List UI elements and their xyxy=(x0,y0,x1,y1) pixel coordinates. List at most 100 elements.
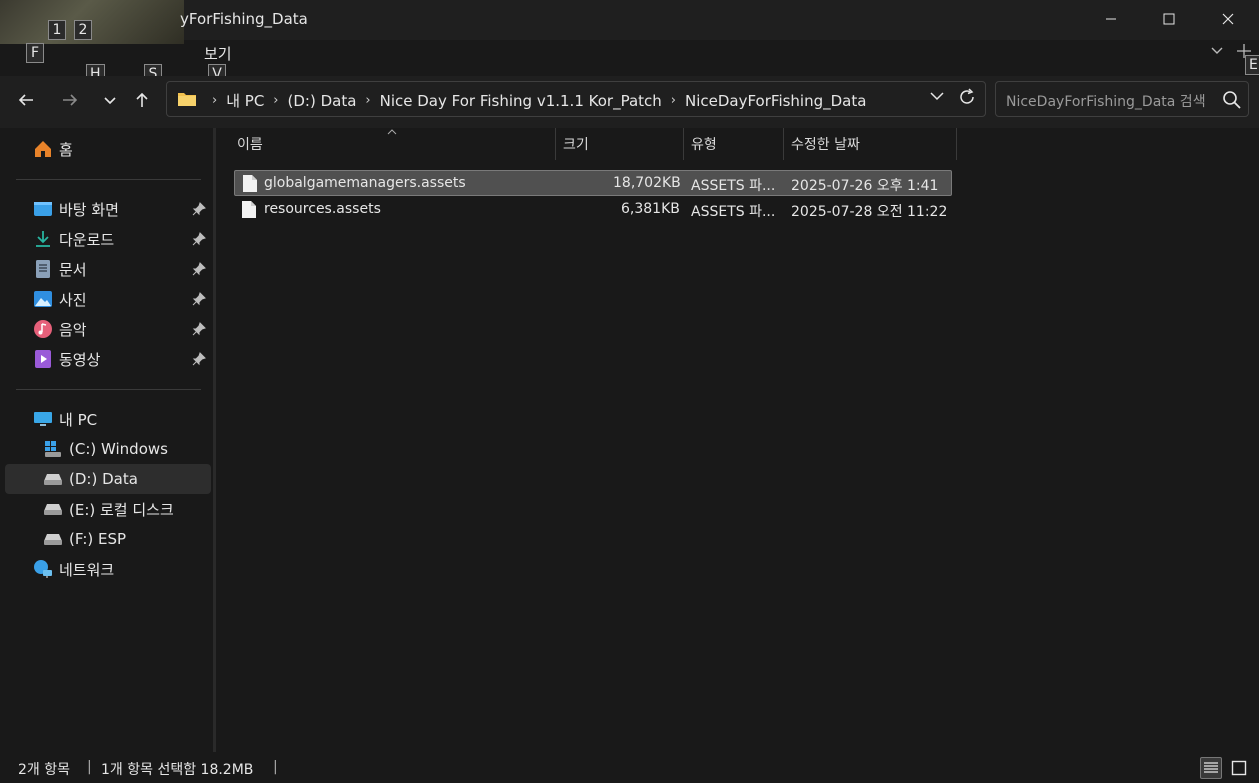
column-separator[interactable] xyxy=(956,128,957,160)
sidebar-item-home[interactable]: 홈 xyxy=(33,134,73,164)
network-icon xyxy=(33,559,53,579)
computer-icon xyxy=(33,409,53,429)
sidebar-item-downloads[interactable]: 다운로드 xyxy=(33,224,114,254)
download-icon xyxy=(33,229,53,249)
pictures-icon xyxy=(33,289,53,309)
address-dropdown-button[interactable] xyxy=(929,88,945,108)
column-separator[interactable] xyxy=(555,128,556,160)
details-view-button[interactable] xyxy=(1200,757,1222,779)
sidebar-item-this-pc[interactable]: 내 PC xyxy=(33,404,97,434)
arrow-left-icon xyxy=(18,94,33,106)
file-row[interactable]: resources.assets 6,381KB ASSETS 파... 202… xyxy=(234,197,952,223)
sidebar-item-videos[interactable]: 동영상 xyxy=(33,344,100,374)
sidebar-item-label: (D:) Data xyxy=(69,470,138,488)
chevron-right-icon[interactable]: › xyxy=(212,93,217,108)
refresh-button[interactable] xyxy=(957,87,977,111)
details-view-icon xyxy=(1204,762,1218,773)
chevron-down-icon xyxy=(104,97,116,105)
document-icon xyxy=(33,259,53,279)
sidebar-item-label: 다운로드 xyxy=(59,230,115,249)
view-menu[interactable]: 보기 xyxy=(204,43,232,64)
search-icon[interactable] xyxy=(1222,90,1242,114)
pane-splitter[interactable] xyxy=(213,128,216,752)
chevron-down-icon xyxy=(1211,47,1223,54)
window-thumbnail xyxy=(0,0,184,44)
drive-icon xyxy=(43,499,63,519)
file-name: resources.assets xyxy=(264,201,381,217)
windows-drive-icon xyxy=(43,439,63,459)
pin-icon[interactable] xyxy=(192,352,206,366)
drive-icon xyxy=(43,529,63,549)
file-type: ASSETS 파... xyxy=(691,204,776,220)
pin-icon[interactable] xyxy=(192,262,206,276)
new-tab-button[interactable] xyxy=(1236,40,1252,64)
sidebar-item-network[interactable]: 네트워크 xyxy=(33,554,114,584)
sidebar-item-label: 네트워크 xyxy=(59,560,115,579)
breadcrumb-item[interactable]: (D:) Data xyxy=(288,92,357,110)
file-size: 6,381KB xyxy=(621,201,680,217)
sidebar-item-drive-f[interactable]: (F:) ESP xyxy=(43,524,126,554)
forward-button[interactable] xyxy=(56,88,84,112)
back-button[interactable] xyxy=(12,88,40,112)
status-separator: | xyxy=(273,759,278,775)
sidebar-item-label: 문서 xyxy=(59,260,87,279)
search-input[interactable]: NiceDayForFishing_Data 검색 xyxy=(995,81,1249,117)
chevron-right-icon[interactable]: › xyxy=(273,93,278,108)
file-type: ASSETS 파... xyxy=(691,178,776,194)
sidebar-item-pictures[interactable]: 사진 xyxy=(33,284,87,314)
sidebar-item-music[interactable]: 음악 xyxy=(33,314,87,344)
pin-icon[interactable] xyxy=(192,322,206,336)
sidebar-item-label: 사진 xyxy=(59,290,87,309)
breadcrumb: › 내 PC › (D:) Data › Nice Day For Fishin… xyxy=(203,90,866,111)
sort-up-icon xyxy=(387,129,397,135)
breadcrumb-item[interactable]: Nice Day For Fishing v1.1.1 Kor_Patch xyxy=(380,92,662,110)
pin-icon[interactable] xyxy=(192,292,206,306)
address-bar[interactable]: › 내 PC › (D:) Data › Nice Day For Fishin… xyxy=(166,81,986,117)
column-separator[interactable] xyxy=(683,128,684,160)
column-header-modified[interactable]: 수정한 날짜 xyxy=(791,128,860,160)
up-button[interactable] xyxy=(128,88,156,112)
sidebar-item-label: 동영상 xyxy=(59,350,101,369)
keytip-1: 1 xyxy=(48,20,66,40)
sidebar-item-label: 음악 xyxy=(59,320,87,339)
sidebar-item-drive-c[interactable]: (C:) Windows xyxy=(43,434,168,464)
close-button[interactable] xyxy=(1198,0,1258,38)
file-modified: 2025-07-28 오전 11:22 xyxy=(791,204,948,220)
sidebar-item-documents[interactable]: 문서 xyxy=(33,254,87,284)
chevron-right-icon[interactable]: › xyxy=(671,93,676,108)
pin-icon[interactable] xyxy=(192,202,206,216)
chevron-right-icon[interactable]: › xyxy=(365,93,370,108)
plus-icon xyxy=(1237,44,1251,58)
sidebar-item-label: (F:) ESP xyxy=(69,530,127,548)
status-separator: | xyxy=(87,759,92,775)
breadcrumb-item[interactable]: 내 PC xyxy=(226,90,264,111)
column-header-size[interactable]: 크기 xyxy=(563,128,589,160)
sidebar-item-label: (E:) 로컬 디스크 xyxy=(69,500,174,519)
recent-locations-button[interactable] xyxy=(96,88,124,112)
file-modified: 2025-07-26 오후 1:41 xyxy=(791,178,939,194)
column-header-type[interactable]: 유형 xyxy=(691,128,717,160)
column-separator[interactable] xyxy=(783,128,784,160)
keytip-f: F xyxy=(26,43,44,63)
sidebar-item-drive-d[interactable]: (D:) Data xyxy=(43,464,138,494)
sidebar-item-desktop[interactable]: 바탕 화면 xyxy=(33,194,119,224)
sidebar-item-drive-e[interactable]: (E:) 로컬 디스크 xyxy=(43,494,174,524)
pin-icon[interactable] xyxy=(192,232,206,246)
divider xyxy=(16,389,201,390)
ribbon-chevron-button[interactable] xyxy=(1210,43,1224,61)
home-icon xyxy=(33,139,53,159)
maximize-button[interactable] xyxy=(1139,0,1199,38)
window-title: yForFishing_Data xyxy=(180,10,308,28)
divider xyxy=(16,179,201,180)
folder-icon xyxy=(177,90,197,112)
large-icons-view-button[interactable] xyxy=(1228,757,1250,779)
refresh-icon xyxy=(960,88,974,104)
file-row[interactable]: globalgamemanagers.assets 18,702KB ASSET… xyxy=(234,170,952,196)
column-header-name[interactable]: 이름 xyxy=(237,128,263,160)
minimize-button[interactable] xyxy=(1081,0,1141,38)
search-placeholder: NiceDayForFishing_Data 검색 xyxy=(1006,94,1206,110)
close-icon xyxy=(1222,13,1234,25)
desktop-icon xyxy=(33,199,53,219)
breadcrumb-item[interactable]: NiceDayForFishing_Data xyxy=(685,92,866,110)
sidebar-item-label: 홈 xyxy=(59,140,73,159)
